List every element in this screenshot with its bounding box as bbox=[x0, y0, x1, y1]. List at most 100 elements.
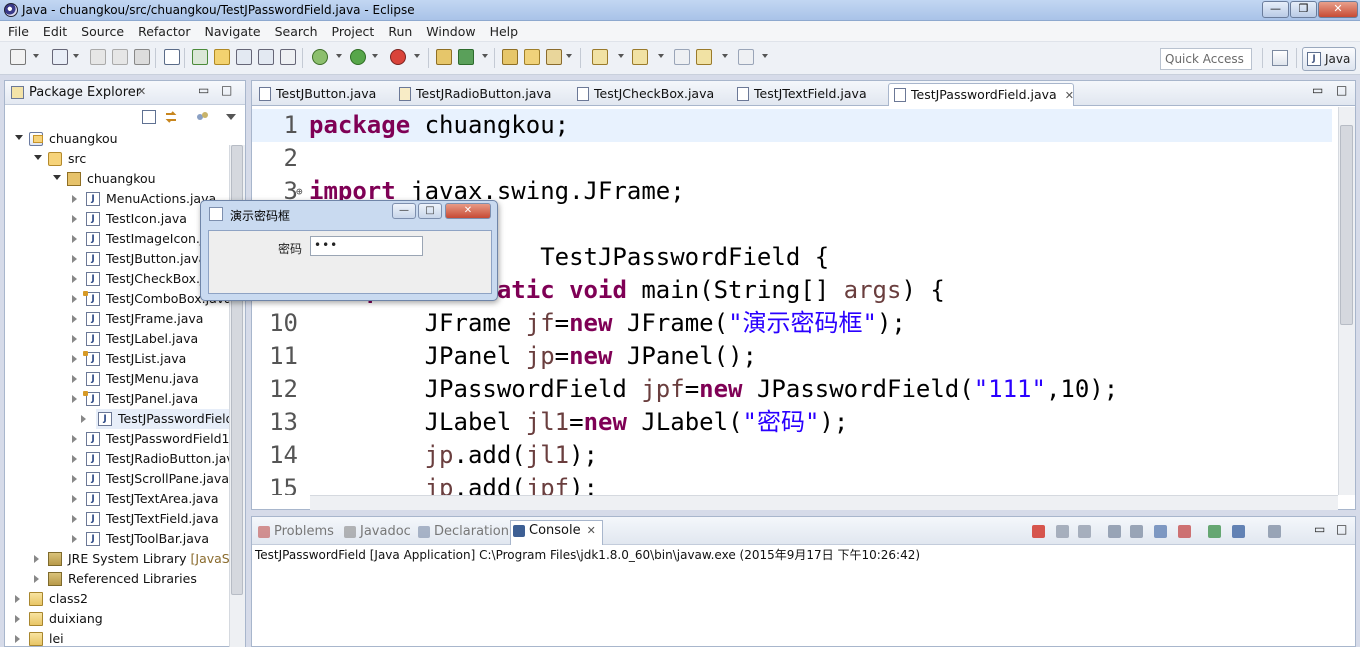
tree-item[interactable]: J MenuActions.java bbox=[5, 189, 229, 209]
tree-collapsed-chevron-icon[interactable] bbox=[72, 295, 77, 303]
scroll-lock-icon[interactable] bbox=[1130, 525, 1143, 538]
tree-collapsed-chevron-icon[interactable] bbox=[15, 595, 20, 603]
window-maximize-button[interactable]: ❐ bbox=[1290, 1, 1317, 18]
toggle-mark-icon[interactable] bbox=[236, 49, 252, 65]
debug-dropdown-chevron-icon[interactable] bbox=[336, 54, 342, 58]
tree-item[interactable]: J TestJPanel.java bbox=[5, 389, 229, 409]
highlight-icon[interactable] bbox=[214, 49, 230, 65]
tree-collapsed-chevron-icon[interactable] bbox=[72, 335, 77, 343]
tree-item[interactable]: J TestJPasswordField.java bbox=[81, 409, 229, 429]
tree-collapsed-chevron-icon[interactable] bbox=[34, 575, 39, 583]
tree-item[interactable]: class2 bbox=[5, 589, 229, 609]
code-line[interactable]: 12 JPasswordField jpf=new JPasswordField… bbox=[252, 373, 1332, 406]
tree-item[interactable]: J TestImageIcon.java bbox=[5, 229, 229, 249]
tree-item[interactable]: chuangkou bbox=[5, 169, 229, 189]
last-edit-icon[interactable] bbox=[674, 49, 690, 65]
back-dropdown-chevron-icon[interactable] bbox=[722, 54, 728, 58]
tree-item[interactable]: JRE System Library [JavaSE-1.8] bbox=[5, 549, 229, 569]
tree-collapsed-chevron-icon[interactable] bbox=[72, 315, 77, 323]
block-selection-icon[interactable] bbox=[258, 49, 274, 65]
tree-collapsed-chevron-icon[interactable] bbox=[72, 255, 77, 263]
prev-annotation-icon[interactable] bbox=[632, 49, 648, 65]
dialog-minimize-button[interactable]: — bbox=[392, 203, 416, 219]
tree-item[interactable]: src bbox=[5, 149, 229, 169]
tree-collapsed-chevron-icon[interactable] bbox=[72, 235, 77, 243]
forward-dropdown-chevron-icon[interactable] bbox=[762, 54, 768, 58]
dialog-maximize-button[interactable]: □ bbox=[418, 203, 442, 219]
tree-collapsed-chevron-icon[interactable] bbox=[81, 415, 86, 423]
skip-breakpoints-icon[interactable] bbox=[164, 49, 180, 65]
console-tab-javadoc[interactable]: Javadoc bbox=[342, 522, 411, 542]
run-external-icon[interactable] bbox=[390, 49, 406, 65]
menu-run[interactable]: Run bbox=[381, 21, 419, 42]
code-line[interactable]: 10 JFrame jf=new JFrame("演示密码框"); bbox=[252, 307, 1332, 340]
editor-tab[interactable]: TestJPasswordField.java ✕ bbox=[888, 83, 1074, 106]
open-folder-icon[interactable] bbox=[524, 49, 540, 65]
code-line[interactable]: 15 jp.add(jpf); bbox=[252, 472, 1332, 495]
tree-item[interactable]: J TestJList.java bbox=[5, 349, 229, 369]
link-with-editor-icon[interactable] bbox=[163, 109, 179, 125]
console-minimize-button[interactable]: ▭ bbox=[1314, 522, 1325, 536]
code-line[interactable]: 14 jp.add(jl1); bbox=[252, 439, 1332, 472]
new-icon[interactable] bbox=[10, 49, 26, 65]
tree-item[interactable]: J TestJFrame.java bbox=[5, 309, 229, 329]
tree-collapsed-chevron-icon[interactable] bbox=[72, 455, 77, 463]
editor-tab-close-icon[interactable]: ✕ bbox=[1065, 89, 1074, 102]
search-dropdown-chevron-icon[interactable] bbox=[566, 54, 572, 58]
tree-expanded-chevron-icon[interactable] bbox=[53, 175, 61, 180]
open-task-icon[interactable] bbox=[502, 49, 518, 65]
tree-collapsed-chevron-icon[interactable] bbox=[72, 495, 77, 503]
tree-item[interactable]: J TestIcon.java bbox=[5, 209, 229, 229]
save-icon[interactable] bbox=[90, 49, 106, 65]
open-perspective-icon[interactable] bbox=[1272, 50, 1288, 66]
remove-launch-icon[interactable] bbox=[1056, 525, 1069, 538]
tree-item[interactable]: J TestJButton.java bbox=[5, 249, 229, 269]
tree-item[interactable]: J TestJCheckBox.java bbox=[5, 269, 229, 289]
tree-collapsed-chevron-icon[interactable] bbox=[72, 275, 77, 283]
java-perspective-button[interactable]: J Java bbox=[1302, 47, 1356, 71]
editor-vertical-scroll-thumb[interactable] bbox=[1340, 125, 1353, 325]
menu-edit[interactable]: Edit bbox=[36, 21, 74, 42]
tree-expanded-chevron-icon[interactable] bbox=[34, 155, 42, 160]
word-wrap-icon[interactable] bbox=[1154, 525, 1167, 538]
print-icon[interactable] bbox=[134, 49, 150, 65]
tree-collapsed-chevron-icon[interactable] bbox=[72, 535, 77, 543]
menu-file[interactable]: File bbox=[1, 21, 36, 42]
tree-collapsed-chevron-icon[interactable] bbox=[72, 515, 77, 523]
console-tab-close-icon[interactable]: ✕ bbox=[587, 524, 596, 537]
tree-item[interactable]: J TestJLabel.java bbox=[5, 329, 229, 349]
show-whitespace-icon[interactable] bbox=[280, 49, 296, 65]
tree-collapsed-chevron-icon[interactable] bbox=[15, 635, 20, 643]
console-maximize-button[interactable]: □ bbox=[1336, 522, 1347, 536]
search-icon[interactable] bbox=[546, 49, 562, 65]
editor-maximize-button[interactable]: □ bbox=[1336, 83, 1347, 97]
tree-item[interactable]: J TestJScrollPane.java bbox=[5, 469, 229, 489]
menu-project[interactable]: Project bbox=[325, 21, 382, 42]
terminate-icon[interactable] bbox=[1032, 525, 1045, 538]
next-annotation-icon[interactable] bbox=[592, 49, 608, 65]
editor-tab[interactable]: TestJButton.java bbox=[254, 83, 376, 106]
code-line[interactable]: 11 JPanel jp=new JPanel(); bbox=[252, 340, 1332, 373]
open-type-icon[interactable] bbox=[192, 49, 208, 65]
debug-icon[interactable] bbox=[312, 49, 328, 65]
console-tab-console[interactable]: Console ✕ bbox=[510, 520, 603, 545]
save-all-icon[interactable] bbox=[112, 49, 128, 65]
new-package-icon[interactable] bbox=[458, 49, 474, 65]
code-line[interactable]: 1 package chuangkou; bbox=[252, 109, 1332, 142]
tree-collapsed-chevron-icon[interactable] bbox=[72, 375, 77, 383]
tree-collapsed-chevron-icon[interactable] bbox=[72, 355, 77, 363]
tree-collapsed-chevron-icon[interactable] bbox=[72, 475, 77, 483]
menu-window[interactable]: Window bbox=[419, 21, 482, 42]
password-field[interactable]: ••• bbox=[310, 236, 423, 256]
menu-source[interactable]: Source bbox=[74, 21, 131, 42]
tree-collapsed-chevron-icon[interactable] bbox=[15, 615, 20, 623]
show-console-icon[interactable] bbox=[1178, 525, 1191, 538]
dialog-close-button[interactable]: ✕ bbox=[445, 203, 491, 219]
view-menu-extra-icon[interactable] bbox=[195, 110, 209, 124]
editor-horizontal-scrollbar[interactable] bbox=[310, 495, 1338, 510]
console-tab-declaration[interactable]: Declaration bbox=[416, 522, 509, 542]
view-menu-chevron-down-icon[interactable] bbox=[226, 114, 236, 120]
next-annotation-dropdown-chevron-icon[interactable] bbox=[618, 54, 624, 58]
tree-item[interactable]: J TestJPasswordField1.java bbox=[5, 429, 229, 449]
run-icon[interactable] bbox=[350, 49, 366, 65]
